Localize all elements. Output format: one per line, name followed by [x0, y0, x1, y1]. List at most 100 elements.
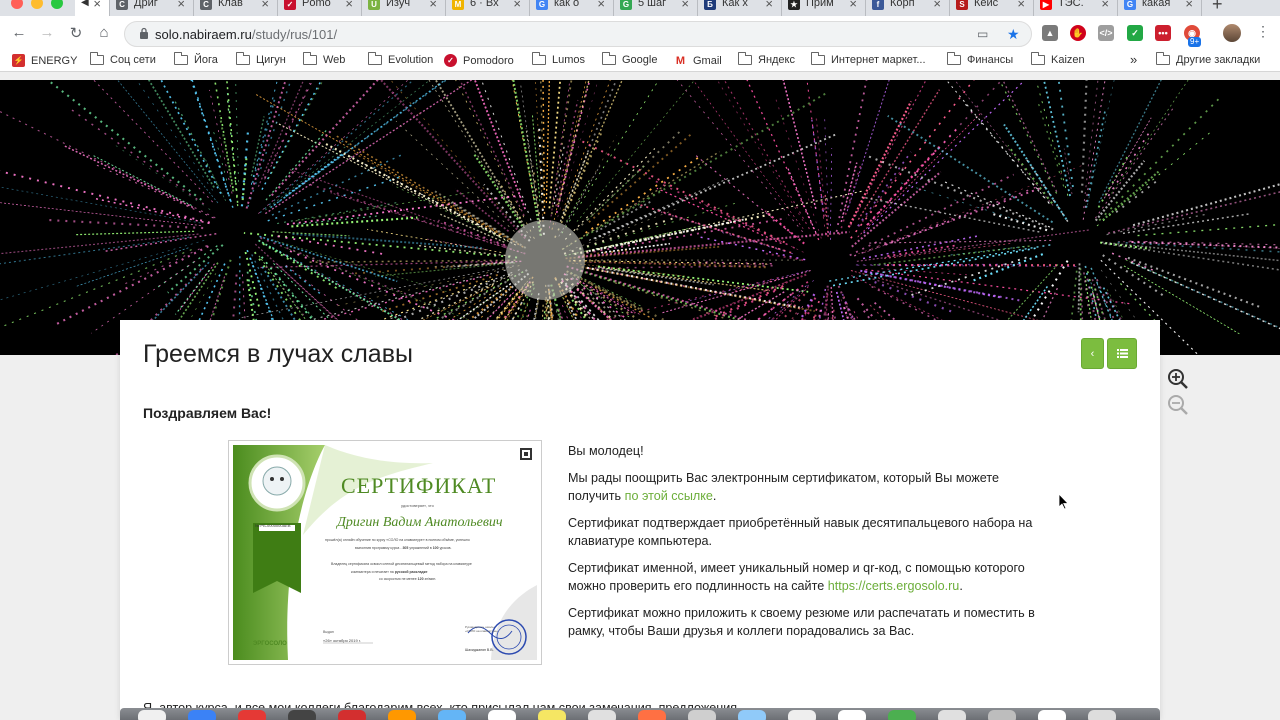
close-tab-icon[interactable]: × — [177, 0, 185, 11]
tab-active[interactable]: ◀ × — [75, 0, 110, 16]
drive-extension-icon[interactable]: ▲ — [1042, 25, 1058, 41]
close-tab-icon[interactable]: × — [261, 0, 269, 11]
reload-button[interactable]: ↻ — [66, 24, 86, 42]
minimize-window-button[interactable] — [31, 0, 43, 9]
bookmark-1[interactable]: ⚡ ENERGY — [12, 54, 77, 67]
dock-app-icon[interactable] — [1088, 710, 1116, 720]
close-window-button[interactable] — [11, 0, 23, 9]
bookmark-2[interactable]: Соц сети — [90, 52, 156, 66]
extension-badge: 9+ — [1188, 37, 1202, 47]
dock-app-icon[interactable] — [788, 710, 816, 720]
tab-9[interactable]: ★ Прим × — [782, 0, 866, 16]
tab-4[interactable]: U Изуч × — [362, 0, 446, 16]
close-tab-icon[interactable]: × — [933, 0, 941, 11]
bookmark-12[interactable]: Интернет маркет... — [811, 52, 926, 66]
tab-6[interactable]: Gкак о × — [530, 0, 614, 16]
firework-spark — [1127, 256, 1262, 309]
back-button[interactable]: ← — [9, 24, 29, 41]
other-bookmarks-folder[interactable]: Другие закладки — [1156, 52, 1260, 66]
profile-avatar[interactable] — [1223, 24, 1241, 42]
tab-13[interactable]: Gкакая × — [1118, 0, 1202, 16]
close-tab-icon[interactable]: × — [93, 0, 101, 11]
cast-icon[interactable]: ▭ — [977, 27, 988, 41]
bookmark-9[interactable]: Google — [602, 52, 657, 66]
bookmark-10[interactable]: M Gmail — [674, 54, 722, 67]
close-tab-icon[interactable]: × — [1185, 0, 1193, 11]
tab-10[interactable]: f Корп × — [866, 0, 950, 16]
firework-spark — [1082, 80, 1106, 220]
address-bar[interactable]: solo.nabiraem.ru/study/rus/101/ ▭ ★ — [124, 21, 1032, 47]
maximize-window-button[interactable] — [51, 0, 63, 9]
firework-spark — [863, 82, 1023, 234]
dock-app-icon[interactable] — [1038, 710, 1066, 720]
close-tab-icon[interactable]: × — [765, 0, 773, 11]
certificate-link[interactable]: по этой ссылке — [625, 489, 713, 503]
dock-app-icon[interactable] — [588, 710, 616, 720]
bookmark-7[interactable]: ✓ Pomodoro — [444, 54, 514, 67]
dock-app-icon[interactable] — [888, 710, 916, 720]
firework-spark — [92, 80, 214, 203]
bookmark-4[interactable]: Цигун — [236, 52, 286, 66]
home-button[interactable]: ⌂ — [94, 24, 114, 41]
new-tab-button[interactable]: + — [1212, 0, 1223, 15]
close-tab-icon[interactable]: × — [513, 0, 521, 11]
firework-spark — [264, 80, 473, 215]
bookmark-label: Lumos — [552, 54, 586, 66]
certificate-image[interactable]: СЕРТИФИКАТ удостоверяет, что Дригин Вади… — [228, 440, 542, 665]
bookmark-13[interactable]: Финансы — [947, 52, 1013, 66]
close-tab-icon[interactable]: × — [345, 0, 353, 11]
tab-1[interactable]: С Дриг × — [110, 0, 194, 16]
shield-extension-icon[interactable]: ✓ — [1127, 25, 1143, 41]
firework-spark — [267, 176, 401, 222]
bookmarks-more-button[interactable]: » — [1130, 52, 1137, 67]
dock-app-icon[interactable] — [938, 710, 966, 720]
bookmark-star-icon[interactable]: ★ — [1007, 26, 1020, 43]
tab-11[interactable]: S Кейс × — [950, 0, 1034, 16]
firework-spark — [858, 166, 905, 228]
tab-3[interactable]: ✓ Pomo × — [278, 0, 362, 16]
dock-app-icon[interactable] — [488, 710, 516, 720]
dock-app-icon[interactable] — [138, 710, 166, 720]
bookmark-6[interactable]: Evolution — [368, 52, 433, 66]
bookmark-11[interactable]: Яндекс — [738, 52, 795, 66]
dock-app-icon[interactable] — [438, 710, 466, 720]
tab-2[interactable]: С Клав × — [194, 0, 278, 16]
bookmark-8[interactable]: Lumos — [532, 52, 586, 66]
adblock-extension-icon[interactable]: ✋ — [1070, 25, 1086, 41]
browser-menu-icon[interactable]: ⋮ — [1256, 23, 1270, 40]
close-tab-icon[interactable]: × — [681, 0, 689, 11]
lesson-list-button[interactable] — [1107, 338, 1137, 369]
firework-spark — [1002, 80, 1058, 192]
prev-lesson-button[interactable]: ‹ — [1081, 338, 1104, 369]
close-tab-icon[interactable]: × — [1017, 0, 1025, 11]
dock-app-icon[interactable] — [388, 710, 416, 720]
dock-app-icon[interactable] — [188, 710, 216, 720]
dock-app-icon[interactable] — [338, 710, 366, 720]
close-tab-icon[interactable]: × — [849, 0, 857, 11]
bookmark-14[interactable]: Kaizen — [1031, 52, 1085, 66]
dock-app-icon[interactable] — [538, 710, 566, 720]
zoom-out-icon[interactable] — [1167, 394, 1189, 416]
dock-app-icon[interactable] — [688, 710, 716, 720]
tab-12[interactable]: ▶ ТЭС. × — [1034, 0, 1118, 16]
close-tab-icon[interactable]: × — [429, 0, 437, 11]
code-extension-icon[interactable]: </> — [1098, 25, 1114, 41]
firework-spark — [887, 244, 956, 257]
close-tab-icon[interactable]: × — [1101, 0, 1109, 11]
lastpass-extension-icon[interactable]: ••• — [1155, 25, 1171, 41]
bookmark-5[interactable]: Web — [303, 52, 345, 66]
dock-app-icon[interactable] — [838, 710, 866, 720]
dock-app-icon[interactable] — [238, 710, 266, 720]
dock-app-icon[interactable] — [988, 710, 1016, 720]
forward-button[interactable]: → — [37, 24, 57, 41]
close-tab-icon[interactable]: × — [597, 0, 605, 11]
dock-app-icon[interactable] — [288, 710, 316, 720]
tab-5[interactable]: M 6 · Вх × — [446, 0, 530, 16]
dock-app-icon[interactable] — [638, 710, 666, 720]
bookmark-3[interactable]: Йога — [174, 52, 218, 66]
tab-7[interactable]: G 5 шаг × — [614, 0, 698, 16]
zoom-in-icon[interactable] — [1167, 368, 1189, 390]
certs-site-link[interactable]: https://certs.ergosolo.ru — [828, 579, 960, 593]
dock-app-icon[interactable] — [738, 710, 766, 720]
tab-8[interactable]: Б Как х × — [698, 0, 782, 16]
